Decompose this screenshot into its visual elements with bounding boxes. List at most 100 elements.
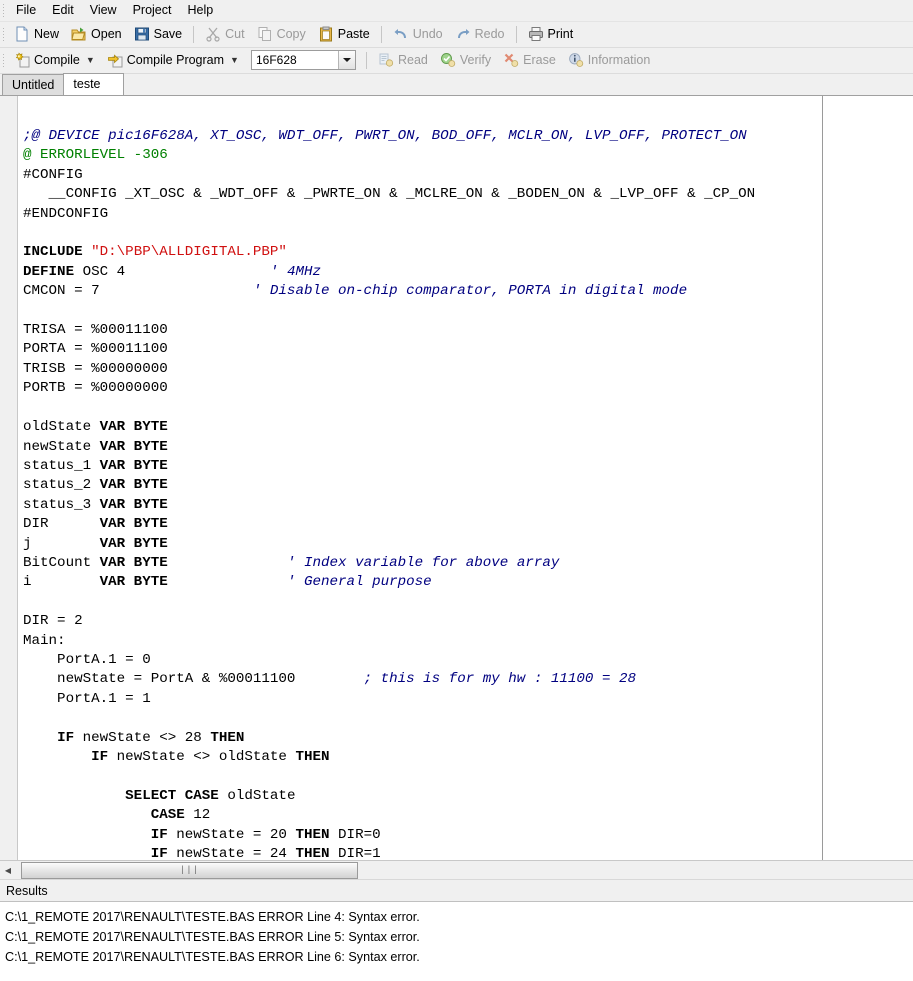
copy-button[interactable]: Copy (251, 23, 312, 45)
code-line: #CONFIG (23, 167, 83, 183)
menu-help[interactable]: Help (179, 1, 221, 19)
code-editor: ;@ DEVICE pic16F628A, XT_OSC, WDT_OFF, P… (0, 96, 913, 861)
code-token: status_1 (23, 458, 100, 474)
code-line: INCLUDE "D:\PBP\ALLDIGITAL.PBP" (23, 244, 287, 260)
code-token: ; this is for my hw : 11100 = 28 (364, 671, 636, 687)
code-token: Main: (23, 633, 66, 649)
results-panel-body[interactable]: C:\1_REMOTE 2017\RENAULT\TESTE.BAS ERROR… (0, 902, 913, 981)
editor-text-area[interactable]: ;@ DEVICE pic16F628A, XT_OSC, WDT_OFF, P… (18, 96, 913, 860)
new-label: New (34, 27, 59, 41)
editor-gutter[interactable] (0, 96, 18, 860)
code-token: newState (23, 439, 100, 455)
code-token: VAR BYTE (100, 536, 168, 552)
new-button[interactable]: New (8, 23, 65, 45)
erase-x-icon (503, 52, 519, 68)
code-line: PORTA = %00011100 (23, 341, 168, 357)
scrollbar-thumb[interactable]: ||| (21, 862, 358, 879)
scrollbar-track[interactable]: ||| (16, 862, 913, 879)
cut-button[interactable]: Cut (199, 23, 250, 45)
code-token: ' 4MHz (270, 264, 321, 280)
menu-edit[interactable]: Edit (44, 1, 82, 19)
code-token: "D:\PBP\ALLDIGITAL.PBP" (91, 244, 287, 260)
code-line: CASE 12 (23, 807, 210, 823)
code-token: VAR BYTE (100, 574, 168, 590)
menu-view[interactable]: View (82, 1, 125, 19)
verify-button[interactable]: Verify (434, 49, 497, 71)
code-token: PortA.1 = 0 (23, 652, 151, 668)
result-line: C:\1_REMOTE 2017\RENAULT\TESTE.BAS ERROR… (5, 947, 913, 967)
undo-arrow-icon (393, 26, 409, 42)
device-selector[interactable]: 16F628 (251, 50, 356, 70)
code-token: IF (151, 846, 168, 860)
toolbar-separator (381, 26, 382, 43)
code-line: newState VAR BYTE (23, 439, 168, 455)
redo-button[interactable]: Redo (449, 23, 511, 45)
menu-file[interactable]: File (8, 1, 44, 19)
code-token: VAR BYTE (100, 439, 168, 455)
code-token: ' Disable on-chip comparator, PORTA in d… (253, 283, 687, 299)
open-button[interactable]: Open (65, 23, 128, 45)
scroll-left-arrow-icon[interactable]: ◀ (0, 862, 16, 879)
toolbar-separator (193, 26, 194, 43)
code-token: CMCON = 7 (23, 283, 253, 299)
code-token: ' Index variable for above array (287, 555, 559, 571)
code-token: INCLUDE (23, 244, 91, 260)
code-line: ;@ DEVICE pic16F628A, XT_OSC, WDT_OFF, P… (23, 128, 747, 144)
code-token: oldState (219, 788, 296, 804)
code-token: DIR=0 (330, 827, 381, 843)
code-token: THEN (210, 730, 244, 746)
code-token: 12 (185, 807, 211, 823)
code-token (168, 574, 287, 590)
new-document-icon (14, 26, 30, 42)
open-folder-icon (71, 26, 87, 42)
cut-label: Cut (225, 27, 244, 41)
menu-project[interactable]: Project (125, 1, 180, 19)
code-token: TRISA = %00011100 (23, 322, 168, 338)
redo-label: Redo (475, 27, 505, 41)
toolbar-separator (516, 26, 517, 43)
read-button[interactable]: Read (372, 49, 434, 71)
compile-button[interactable]: Compile ▼ (8, 49, 101, 71)
code-line: status_3 VAR BYTE (23, 497, 168, 513)
chevron-down-icon[interactable]: ▼ (86, 56, 95, 65)
device-selected-value: 16F628 (256, 53, 338, 67)
result-line: C:\1_REMOTE 2017\RENAULT\TESTE.BAS ERROR… (5, 907, 913, 927)
erase-button[interactable]: Erase (497, 49, 562, 71)
code-token: VAR BYTE (100, 458, 168, 474)
print-button[interactable]: Print (522, 23, 580, 45)
source-code[interactable]: ;@ DEVICE pic16F628A, XT_OSC, WDT_OFF, P… (18, 108, 913, 860)
undo-label: Undo (413, 27, 443, 41)
code-token: __CONFIG _XT_OSC & _WDT_OFF & _PWRTE_ON … (23, 186, 755, 202)
code-line: SELECT CASE oldState (23, 788, 295, 804)
code-token: CASE (151, 807, 185, 823)
results-title: Results (6, 884, 48, 898)
code-line: PortA.1 = 0 (23, 652, 151, 668)
code-token (23, 846, 151, 860)
clipboard-icon (318, 26, 334, 42)
verify-label: Verify (460, 53, 491, 67)
code-token: VAR BYTE (100, 419, 168, 435)
information-label: Information (588, 53, 651, 67)
undo-button[interactable]: Undo (387, 23, 449, 45)
scissors-icon (205, 26, 221, 42)
information-button[interactable]: Information (562, 49, 657, 71)
chevron-down-icon[interactable] (338, 51, 355, 69)
code-token: THEN (295, 827, 329, 843)
code-line: IF newState <> oldState THEN (23, 749, 330, 765)
tab-untitled[interactable]: Untitled (2, 74, 64, 95)
save-button[interactable]: Save (128, 23, 189, 45)
code-line: PortA.1 = 1 (23, 691, 151, 707)
paste-button[interactable]: Paste (312, 23, 376, 45)
chevron-down-icon[interactable]: ▼ (230, 56, 239, 65)
code-token: status_2 (23, 477, 100, 493)
code-line: i VAR BYTE ' General purpose (23, 574, 432, 590)
compile-program-button[interactable]: Compile Program ▼ (101, 49, 245, 71)
editor-horizontal-scrollbar[interactable]: ◀ ||| (0, 861, 913, 880)
code-line: BitCount VAR BYTE ' Index variable for a… (23, 555, 559, 571)
tab-teste[interactable]: teste (63, 73, 123, 95)
code-line: status_2 VAR BYTE (23, 477, 168, 493)
print-label: Print (548, 27, 574, 41)
open-label: Open (91, 27, 122, 41)
code-token: DIR = 2 (23, 613, 83, 629)
code-token (23, 788, 125, 804)
